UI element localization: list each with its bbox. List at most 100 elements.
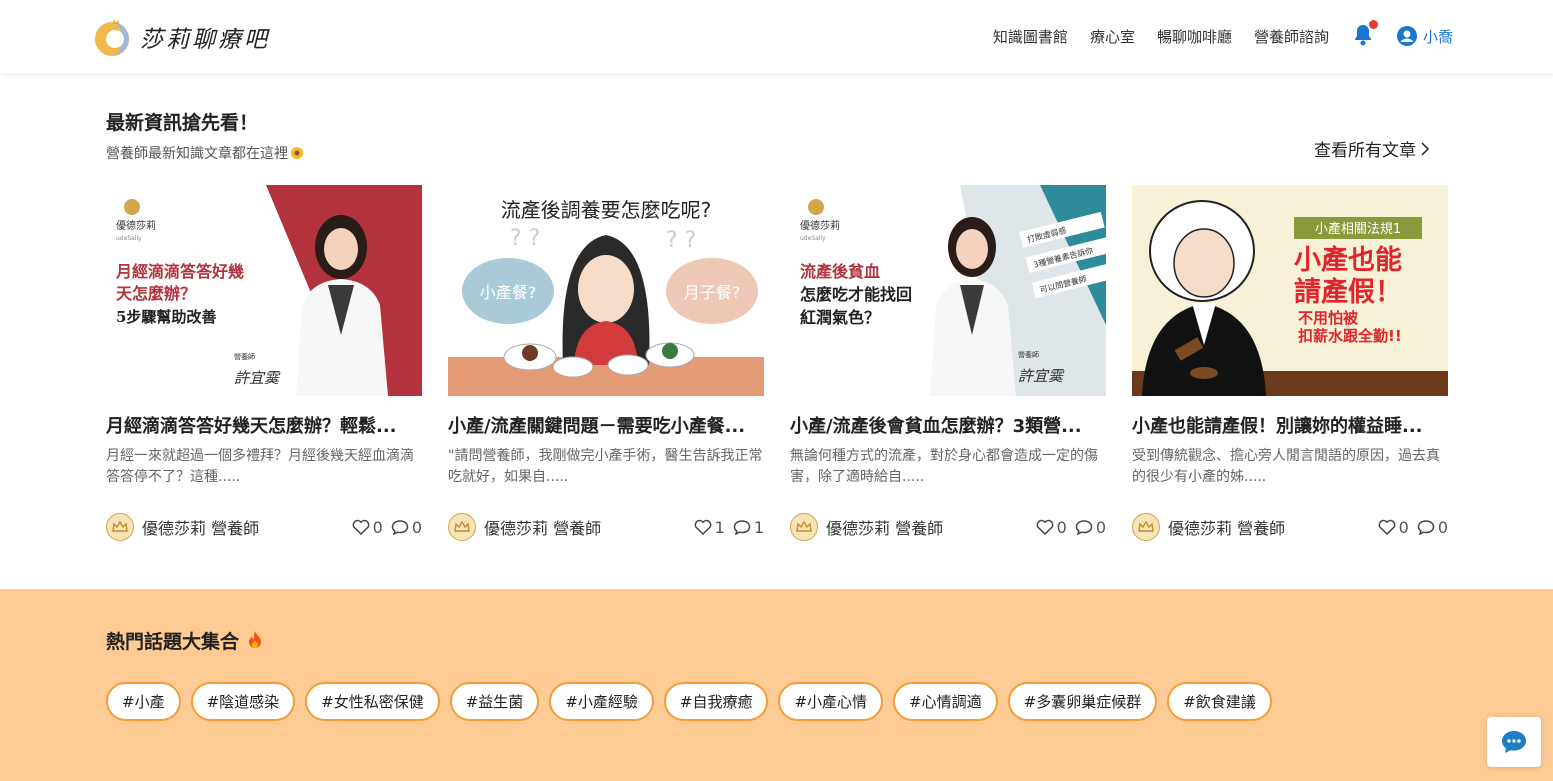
article-author[interactable]: 優德莎莉 營養師 [448,513,601,541]
fire-icon [248,631,261,648]
thumb-signature: 許宜霙 [1018,367,1065,385]
article-excerpt: "請問營養師，我剛做完小產手術，醫生告訴我正常吃就好，如果自..... [448,448,763,485]
author-name: 優德莎莉 營養師 [1168,519,1286,538]
topic-tag[interactable]: #小產經驗 [549,682,654,721]
nav-healing-room[interactable]: 療心室 [1090,26,1135,47]
author-name: 優德莎莉 營養師 [826,519,944,538]
thumb-headline-line: 紅潤氣色？ [800,308,880,327]
articles-section-subtitle: 營養師最新知識文章都在這裡 [106,143,304,163]
topic-tag[interactable]: #飲食建議 [1167,682,1272,721]
thumb-signature: 許宜霙 [234,369,281,387]
article-card[interactable]: 優德莎莉 udeSally 流產後貧血 怎麼吃才能找回 紅潤氣色？ 打敗虛弱感 … [790,185,1106,541]
article-cards: 優德莎莉 udeSally 月經滴滴答答好幾 天怎麼辦？ 5步驟幫助改善 營養師… [106,185,1448,541]
thumb-headline: 流產後調養要怎麼吃呢? [501,198,712,222]
like-count[interactable]: 0 [1378,518,1409,537]
article-title[interactable]: 小產也能請產假！別讓妳的權益睡... [1132,412,1448,438]
author-name: 優德莎莉 營養師 [484,519,602,538]
svg-text:? ?: ? ? [666,228,696,253]
thumb-subline: 5步驟幫助改善 [116,308,216,326]
thumb-bubble-left: 小產餐? [480,283,537,302]
thumb-headline-line: 月經滴滴答答好幾 [115,262,244,281]
comment-count-value: 0 [411,517,422,537]
comment-count[interactable]: 0 [1417,518,1448,537]
comment-count[interactable]: 0 [391,518,422,537]
thumb-role: 營養師 [1018,350,1039,359]
chat-button[interactable] [1487,717,1541,767]
top-navbar: 莎莉聊療吧 知識圖書館 療心室 暢聊咖啡廳 營養師諮詢 小喬 [0,0,1553,73]
heart-icon [1036,519,1054,535]
thumb-subline: 扣薪水跟全勤!! [1298,327,1402,345]
see-all-articles-link[interactable]: 查看所有文章 [1314,136,1430,161]
thumb-role: 營養師 [234,352,255,361]
nav-dietitian-consult[interactable]: 營養師諮詢 [1254,26,1329,47]
comment-count[interactable]: 1 [733,518,764,537]
bell-icon[interactable] [1353,20,1378,48]
topic-tag[interactable]: #陰道感染 [190,682,296,721]
thumb-headline-line: 請產假！ [1294,276,1402,308]
comment-icon [391,520,409,535]
topic-tag[interactable]: #小產心情 [778,682,884,721]
article-excerpt: 無論何種方式的流產，對於身心都會造成一定的傷害，除了適時給自..... [790,448,1098,485]
article-title[interactable]: 月經滴滴答答好幾天怎麼辦？輕鬆... [106,412,422,438]
like-count-value: 0 [372,517,383,537]
thumb-subline: 不用怕被 [1298,309,1359,327]
comment-icon [1075,520,1093,535]
article-card[interactable]: 小產相關法規1 小產也能 請產假！ 不用怕被 扣薪水跟全勤!! 小產也能請產假！… [1132,185,1448,541]
article-thumbnail: 流產後調養要怎麼吃呢? 小產餐? 月子餐? ? ? ? ? [448,185,764,396]
article-author[interactable]: 優德莎莉 營養師 [106,513,259,541]
crown-avatar-icon [1132,513,1160,541]
like-count[interactable]: 1 [694,518,725,537]
topic-tags: #小產 #陰道感染 #女性私密保健 #益生菌 #小產經驗 #自我療癒 #小產心情… [106,682,1282,721]
article-stats: 1 1 [686,518,764,537]
hot-topics-title: 熱門話題大集合 [106,627,264,654]
thumb-badge: 小產相關法規1 [1315,221,1401,237]
user-circle-icon [1396,26,1417,46]
site-logo[interactable]: 莎莉聊療吧 [92,17,270,57]
user-menu[interactable]: 小喬 [1396,26,1453,47]
article-stats: 0 0 [1370,518,1448,537]
articles-section-title: 最新資訊搶先看！ [106,112,259,134]
like-count[interactable]: 0 [1036,518,1067,537]
article-author[interactable]: 優德莎莉 營養師 [790,513,943,541]
comment-icon [1417,520,1435,535]
articles-subtitle-text: 營養師最新知識文章都在這裡 [106,146,288,162]
topic-tag[interactable]: #自我療癒 [663,682,769,721]
article-footer: 優德莎莉 營養師 0 0 [790,513,1106,541]
article-title[interactable]: 小產/流產後會貧血怎麼辦？3類營... [790,412,1106,438]
article-excerpt: 月經一來就超過一個多禮拜？月經後幾天經血滴滴答答停不了？這種..... [106,448,414,485]
like-count-value: 0 [1056,517,1067,537]
topic-tag[interactable]: #心情調適 [893,682,998,721]
thumb-headline-line: 小產也能 [1294,244,1402,276]
article-thumbnail: 優德莎莉 udeSally 流產後貧血 怎麼吃才能找回 紅潤氣色？ 打敗虛弱感 … [790,185,1106,396]
thumb-headline-line: 流產後貧血 [800,262,880,281]
thumb-bubble-right: 月子餐? [684,283,741,302]
see-all-label: 查看所有文章 [1314,141,1416,161]
article-excerpt: 受到傳統觀念、擔心旁人閒言閒語的原因，過去真的很少有小產的姊..... [1132,448,1440,485]
thumb-brand: 優德莎莉 [116,219,156,232]
crown-avatar-icon [790,513,818,541]
topic-tag[interactable]: #多囊卵巢症候群 [1007,682,1158,721]
logo-text: 莎莉聊療吧 [140,27,270,53]
article-card[interactable]: 優德莎莉 udeSally 月經滴滴答答好幾 天怎麼辦？ 5步驟幫助改善 營養師… [106,185,422,541]
thumb-brand-sub: udeSally [800,235,826,242]
crown-avatar-icon [448,513,476,541]
article-thumbnail: 優德莎莉 udeSally 月經滴滴答答好幾 天怎麼辦？ 5步驟幫助改善 營養師… [106,185,422,396]
like-count[interactable]: 0 [352,518,383,537]
article-thumbnail: 小產相關法規1 小產也能 請產假！ 不用怕被 扣薪水跟全勤!! [1132,185,1448,396]
article-title[interactable]: 小產/流產關鍵問題－需要吃小產餐... [448,412,764,438]
comment-count-value: 0 [1437,517,1448,537]
thumb-headline-line: 天怎麼辦？ [116,284,196,303]
article-footer: 優德莎莉 營養師 1 1 [448,513,764,541]
article-card[interactable]: 流產後調養要怎麼吃呢? 小產餐? 月子餐? ? ? ? ? 小產/流產關鍵問題－… [448,185,764,541]
topic-tag[interactable]: #小產 [106,682,181,721]
thumb-brand: 優德莎莉 [800,219,840,232]
nav-knowledge-library[interactable]: 知識圖書館 [993,26,1068,47]
heart-icon [1378,519,1396,535]
logo-icon [92,17,134,57]
comment-count[interactable]: 0 [1075,518,1106,537]
hot-topics-title-text: 熱門話題大集合 [106,631,240,653]
nav-chat-cafe[interactable]: 暢聊咖啡廳 [1157,26,1232,47]
topic-tag[interactable]: #益生菌 [449,682,540,721]
topic-tag[interactable]: #女性私密保健 [305,682,440,721]
article-author[interactable]: 優德莎莉 營養師 [1132,513,1285,541]
